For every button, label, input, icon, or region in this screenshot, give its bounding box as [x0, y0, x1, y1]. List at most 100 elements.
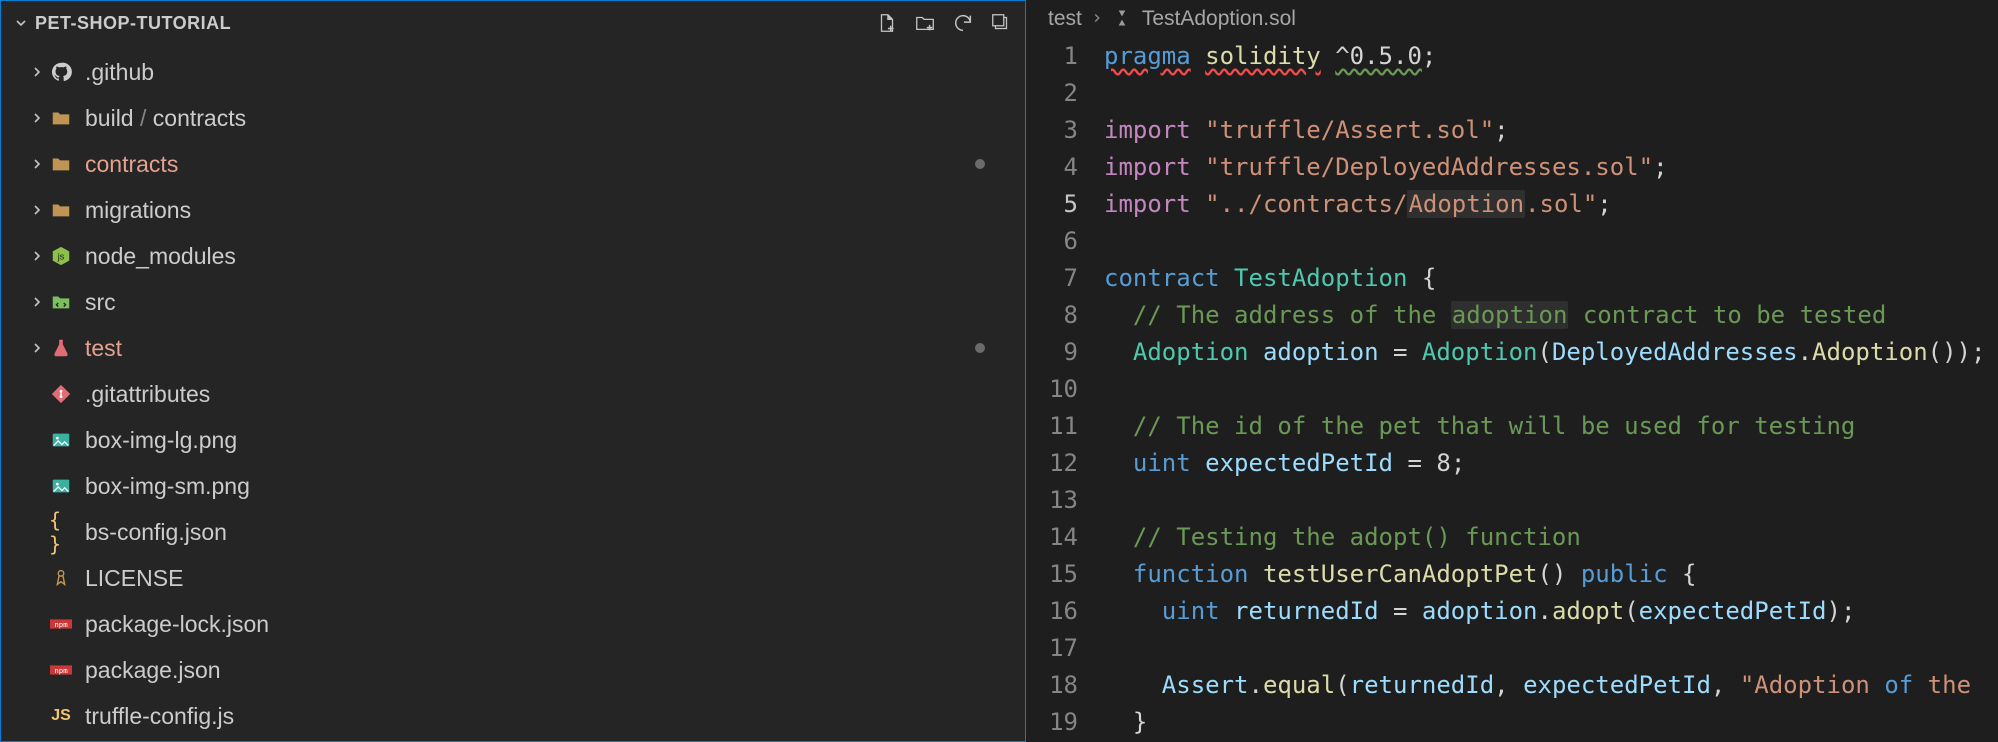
code-line[interactable]: import "truffle/Assert.sol"; — [1104, 112, 1998, 149]
code-line[interactable]: // The id of the pet that will be used f… — [1104, 408, 1998, 445]
tree-item-label: build / contracts — [85, 105, 246, 132]
solidity-file-icon — [1112, 8, 1134, 30]
code-line[interactable]: // Testing the adopt() function — [1104, 519, 1998, 556]
img-icon — [49, 428, 73, 452]
code-content[interactable]: pragma solidity ^0.5.0; import "truffle/… — [1104, 38, 1998, 742]
code-line[interactable] — [1104, 482, 1998, 519]
src-icon — [49, 290, 73, 314]
tree-item-label: src — [85, 289, 116, 316]
collapse-all-icon[interactable] — [989, 11, 1013, 35]
chevron-right-icon[interactable] — [25, 202, 49, 218]
breadcrumb[interactable]: test TestAdoption.sol — [1026, 0, 1998, 38]
chevron-right-icon[interactable] — [25, 340, 49, 356]
code-line[interactable]: // The address of the adoption contract … — [1104, 297, 1998, 334]
new-folder-icon[interactable] — [913, 11, 937, 35]
new-file-icon[interactable] — [875, 11, 899, 35]
tree-item[interactable]: src — [1, 279, 1025, 325]
line-number: 3 — [1026, 112, 1078, 149]
code-line[interactable]: import "../contracts/Adoption.sol"; — [1104, 186, 1998, 223]
line-number: 7 — [1026, 260, 1078, 297]
line-number: 11 — [1026, 408, 1078, 445]
tree-item[interactable]: box-img-sm.png — [1, 463, 1025, 509]
modified-dot-icon — [975, 343, 985, 353]
tree-item[interactable]: box-img-lg.png — [1, 417, 1025, 463]
tree-item-label: test — [85, 335, 122, 362]
tree-item-label: contracts — [85, 151, 178, 178]
svg-text:npm: npm — [54, 666, 68, 675]
tree-item-label: LICENSE — [85, 565, 183, 592]
tree-item[interactable]: build / contracts — [1, 95, 1025, 141]
code-line[interactable] — [1104, 630, 1998, 667]
project-header[interactable]: PET-SHOP-TUTORIAL — [1, 1, 1025, 45]
breadcrumb-seg2[interactable]: TestAdoption.sol — [1142, 7, 1296, 31]
tree-item-label: .gitattributes — [85, 381, 210, 408]
tree-item-label: .github — [85, 59, 154, 86]
tree-item[interactable]: test — [1, 325, 1025, 371]
license-icon — [49, 566, 73, 590]
line-number: 16 — [1026, 593, 1078, 630]
line-number: 8 — [1026, 297, 1078, 334]
tree-item[interactable]: LICENSE — [1, 555, 1025, 601]
tree-item-label: truffle-config.js — [85, 703, 234, 730]
tree-item-label: package-lock.json — [85, 611, 269, 638]
tree-item-label: box-img-sm.png — [85, 473, 250, 500]
code-line[interactable]: function testUserCanAdoptPet() public { — [1104, 556, 1998, 593]
tree-item[interactable]: { } bs-config.json — [1, 509, 1025, 555]
line-number: 17 — [1026, 630, 1078, 667]
folder-icon — [49, 198, 73, 222]
tree-item[interactable]: JS truffle-config.js — [1, 693, 1025, 739]
tree-item-label: box-img-lg.png — [85, 427, 237, 454]
chevron-right-icon[interactable] — [25, 294, 49, 310]
code-line[interactable] — [1104, 75, 1998, 112]
tree-item[interactable]: migrations — [1, 187, 1025, 233]
line-number: 10 — [1026, 371, 1078, 408]
chevron-right-icon[interactable] — [25, 110, 49, 126]
git-icon — [49, 382, 73, 406]
tree-item-label: migrations — [85, 197, 191, 224]
chevron-right-icon[interactable] — [25, 248, 49, 264]
code-line[interactable]: uint returnedId = adoption.adopt(expecte… — [1104, 593, 1998, 630]
line-number: 18 — [1026, 667, 1078, 704]
line-number: 6 — [1026, 223, 1078, 260]
tree-item-label: node_modules — [85, 243, 236, 270]
code-line[interactable]: contract TestAdoption { — [1104, 260, 1998, 297]
line-number: 19 — [1026, 704, 1078, 741]
chevron-right-icon[interactable] — [25, 64, 49, 80]
modified-dot-icon — [975, 159, 985, 169]
code-line[interactable]: Adoption adoption = Adoption(DeployedAdd… — [1104, 334, 1998, 371]
folder-icon — [49, 106, 73, 130]
code-line[interactable]: } — [1104, 704, 1998, 741]
project-title: PET-SHOP-TUTORIAL — [35, 13, 231, 34]
code-line[interactable]: Assert.equal(returnedId, expectedPetId, … — [1104, 667, 1998, 704]
explorer-sidebar: PET-SHOP-TUTORIAL .github build / contrac… — [0, 0, 1026, 742]
chevron-right-icon[interactable] — [25, 156, 49, 172]
tree-item-label: bs-config.json — [85, 519, 227, 546]
github-icon — [49, 60, 73, 84]
code-line[interactable]: import "truffle/DeployedAddresses.sol"; — [1104, 149, 1998, 186]
chevron-down-icon — [13, 15, 29, 31]
js-icon: JS — [49, 704, 73, 728]
npm-icon: npm — [49, 612, 73, 636]
tree-item[interactable]: npm package-lock.json — [1, 601, 1025, 647]
tree-item[interactable]: npmpackage.json — [1, 647, 1025, 693]
line-number: 4 — [1026, 149, 1078, 186]
line-number: 5 — [1026, 186, 1078, 223]
code-line[interactable]: pragma solidity ^0.5.0; — [1104, 38, 1998, 75]
tree-item[interactable]: jsnode_modules — [1, 233, 1025, 279]
sidebar-actions — [875, 11, 1013, 35]
tree-item[interactable]: .gitattributes — [1, 371, 1025, 417]
tree-item[interactable]: contracts — [1, 141, 1025, 187]
code-line[interactable] — [1104, 371, 1998, 408]
breadcrumb-seg1[interactable]: test — [1048, 7, 1082, 31]
code-line[interactable]: uint expectedPetId = 8; — [1104, 445, 1998, 482]
code-line[interactable] — [1104, 223, 1998, 260]
folder-icon — [49, 152, 73, 176]
test-icon — [49, 336, 73, 360]
line-number: 12 — [1026, 445, 1078, 482]
tree-item[interactable]: .github — [1, 49, 1025, 95]
code-editor[interactable]: 12345678910111213141516171819 pragma sol… — [1026, 38, 1998, 742]
json-icon: { } — [49, 520, 73, 544]
img-icon — [49, 474, 73, 498]
refresh-icon[interactable] — [951, 11, 975, 35]
editor-panel: test TestAdoption.sol 123456789101112131… — [1026, 0, 1998, 742]
